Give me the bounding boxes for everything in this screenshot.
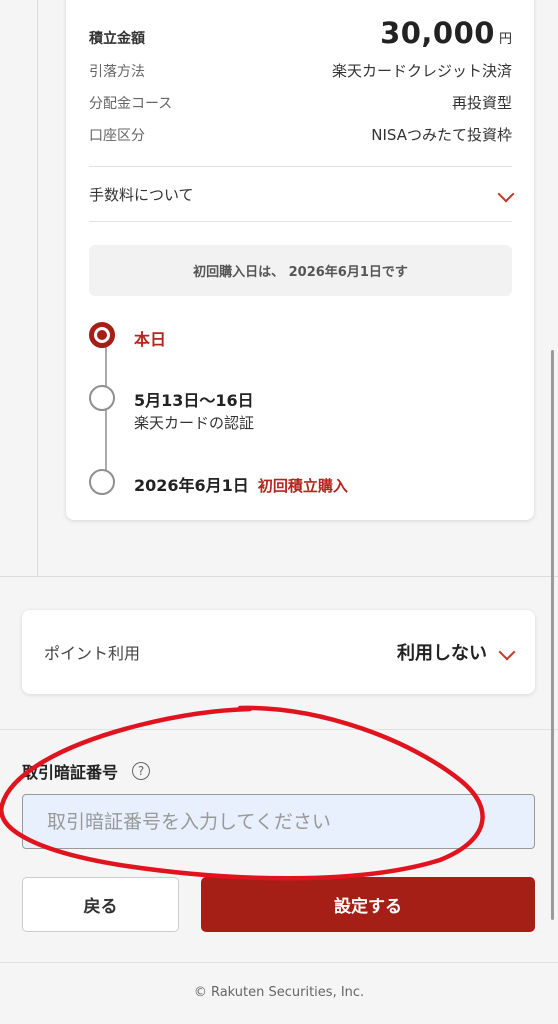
timeline-step2-desc: 楽天カードの認証 xyxy=(134,414,255,432)
back-button[interactable]: 戻る xyxy=(22,877,179,932)
point-usage-label: ポイント利用 xyxy=(44,644,141,663)
chevron-down-icon xyxy=(497,185,515,203)
timeline-step3: 2026年6月1日 初回積立購入 xyxy=(134,472,348,496)
scrollbar[interactable] xyxy=(551,350,554,920)
timeline-step3-desc: 初回積立購入 xyxy=(257,477,348,495)
divider-vertical xyxy=(37,0,38,577)
timeline-current-icon xyxy=(89,322,115,348)
amount-label: 積立金額 xyxy=(89,31,145,47)
divider xyxy=(0,962,558,963)
point-usage-value-group: 利用しない xyxy=(397,639,516,665)
distribution-course-label: 分配金コース xyxy=(89,96,173,112)
timeline-step-icon xyxy=(89,385,115,411)
first-purchase-notice: 初回購入日は、 2026年6月1日です xyxy=(89,245,512,296)
point-usage-value: 利用しない xyxy=(397,643,487,664)
distribution-course-value: 再投資型 xyxy=(451,94,512,112)
pin-label: 取引暗証番号 xyxy=(22,763,119,782)
divider xyxy=(89,166,512,167)
chevron-down-icon xyxy=(498,643,516,661)
pin-input[interactable] xyxy=(22,794,535,849)
account-type-label: 口座区分 xyxy=(89,128,145,144)
fee-accordion[interactable]: 手数料について xyxy=(89,184,515,204)
pin-label-group: 取引暗証番号 ? xyxy=(22,759,151,783)
footer-copyright: © Rakuten Securities, Inc. xyxy=(193,985,365,1000)
payment-method-row: 引落方法 楽天カードクレジット決済 xyxy=(89,60,512,81)
amount-value: 30,000 xyxy=(380,16,495,50)
amount-unit: 円 xyxy=(498,32,512,47)
order-summary-card: 積立金額 30,000 円 引落方法 楽天カードクレジット決済 分配金コース 再投… xyxy=(66,0,534,520)
timeline-step2-date: 5月13日〜16日 xyxy=(134,391,254,410)
timeline-step3-date: 2026年6月1日 xyxy=(134,476,249,495)
timeline-step-today: 本日 xyxy=(134,330,167,349)
divider xyxy=(0,576,558,577)
payment-method-value: 楽天カードクレジット決済 xyxy=(331,62,512,80)
account-type-value: NISAつみたて投資枠 xyxy=(371,126,512,144)
divider xyxy=(0,729,558,730)
help-icon[interactable]: ? xyxy=(132,762,151,780)
distribution-course-row: 分配金コース 再投資型 xyxy=(89,92,512,113)
account-type-row: 口座区分 NISAつみたて投資枠 xyxy=(89,124,512,145)
point-usage-selector[interactable]: ポイント利用 利用しない xyxy=(22,610,535,694)
fee-label: 手数料について xyxy=(89,185,194,204)
timeline-step-icon xyxy=(89,469,115,495)
submit-button[interactable]: 設定する xyxy=(201,877,535,932)
amount-value-group: 30,000 円 xyxy=(380,16,512,50)
amount-row: 積立金額 30,000 円 xyxy=(89,16,512,50)
divider xyxy=(89,221,512,222)
payment-method-label: 引落方法 xyxy=(89,64,145,80)
